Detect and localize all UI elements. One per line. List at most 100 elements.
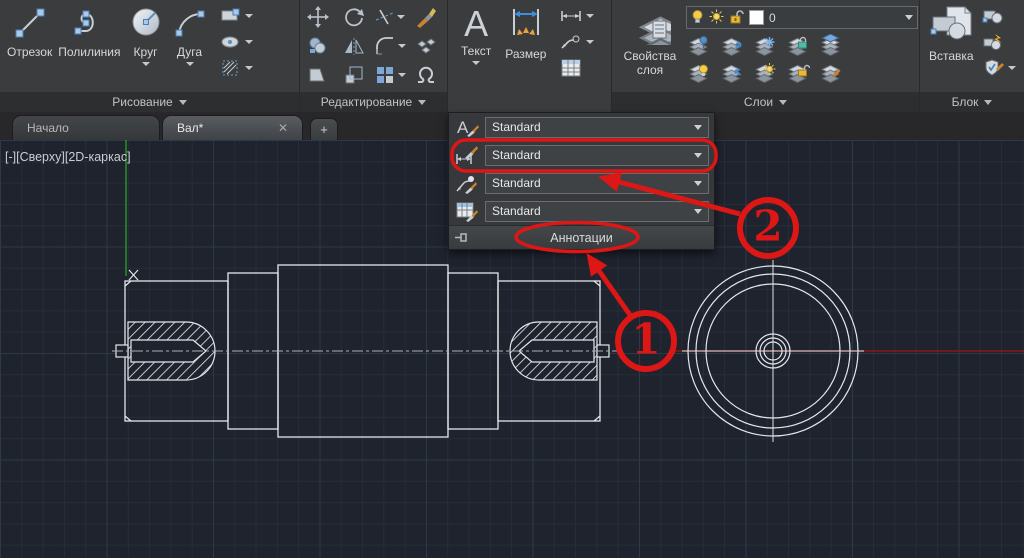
define-attributes-button[interactable]	[981, 57, 1005, 79]
circle-button-label: Круг	[134, 45, 158, 59]
text-dropdown-caret-icon[interactable]	[472, 61, 480, 65]
circle-button[interactable]: Круг	[124, 3, 168, 68]
insert-block-label: Вставка	[929, 49, 974, 63]
panel-title-modify[interactable]: Редактирование	[300, 92, 447, 112]
new-tab-plus-icon: +	[320, 122, 328, 137]
pin-icon[interactable]	[455, 232, 469, 246]
panel-title-layers[interactable]: Слои	[612, 92, 919, 112]
explode-button[interactable]	[415, 35, 437, 57]
explode-icon	[415, 35, 437, 57]
layer-freeze-button[interactable]	[752, 34, 777, 58]
dimension-style-combo[interactable]: Standard	[485, 145, 709, 166]
hatch-tool-button[interactable]	[218, 57, 242, 79]
edit-block-button[interactable]	[981, 31, 1005, 53]
layer-select-combo[interactable]: 0	[686, 6, 918, 29]
fillet-button[interactable]	[374, 36, 406, 56]
layer-color-swatch[interactable]	[749, 10, 764, 25]
attributes-dropdown-caret-icon[interactable]	[1008, 66, 1016, 70]
layer-lock-button[interactable]	[785, 34, 810, 58]
trim-dropdown-caret-icon[interactable]	[397, 15, 405, 19]
offset-button[interactable]	[414, 64, 438, 86]
dimension-style-caret-icon	[694, 153, 702, 158]
arc-button[interactable]: Дуга	[168, 3, 212, 68]
line-button[interactable]: Отрезок	[4, 3, 55, 61]
stretch-icon	[307, 65, 329, 85]
layer-unlock-all-button[interactable]	[785, 61, 810, 85]
dimension-linear-button[interactable]	[559, 5, 583, 27]
ellipse-dropdown-caret-icon[interactable]	[245, 40, 253, 44]
layer-match-button[interactable]	[818, 61, 843, 85]
polyline-button[interactable]: Полилиния	[55, 3, 123, 61]
scale-icon	[343, 64, 365, 86]
layer-unisolate-button[interactable]	[719, 61, 744, 85]
layer-unlock-icon[interactable]	[729, 9, 744, 27]
multileader-style-combo[interactable]: Standard	[485, 173, 709, 194]
erase-button[interactable]	[415, 6, 437, 28]
insert-block-button[interactable]: Вставка	[926, 3, 977, 65]
array-button[interactable]	[374, 64, 406, 86]
annotation-flyout-footer[interactable]: Аннотации	[449, 225, 714, 249]
copy-button[interactable]	[307, 35, 329, 57]
arc-dropdown-caret-icon[interactable]	[186, 62, 194, 66]
circle-dropdown-caret-icon[interactable]	[142, 62, 150, 66]
leader-dropdown-caret-icon[interactable]	[586, 40, 594, 44]
create-block-button[interactable]	[981, 5, 1005, 27]
dimension-style-icon	[454, 144, 480, 166]
dimension-button[interactable]: Размер	[502, 3, 549, 63]
panel-annotate: A Текст Размер	[448, 0, 612, 112]
panel-title-block[interactable]: Блок	[920, 92, 1024, 112]
multileader-style-value: Standard	[492, 176, 694, 190]
rotate-button[interactable]	[343, 6, 365, 28]
panel-title-draw[interactable]: Рисование	[0, 92, 299, 112]
panel-expand-caret-icon	[779, 100, 787, 105]
layer-freeze-sun-icon[interactable]	[709, 9, 724, 27]
tab-start[interactable]: Начало	[12, 115, 160, 140]
rectangle-dropdown-caret-icon[interactable]	[245, 14, 253, 18]
table-button[interactable]	[559, 57, 583, 79]
rectangle-tool-button[interactable]	[218, 5, 242, 27]
line-button-label: Отрезок	[7, 45, 52, 59]
mirror-button[interactable]	[343, 36, 365, 56]
panel-expand-caret-icon	[179, 100, 187, 105]
new-tab-button[interactable]: +	[310, 118, 338, 140]
text-style-combo[interactable]: Standard	[485, 117, 709, 138]
rotate-icon	[343, 6, 365, 28]
viewport-view-control[interactable]: [Сверху]	[16, 150, 65, 164]
multileader-style-caret-icon	[694, 181, 702, 186]
layer-combo-caret-icon[interactable]	[905, 15, 913, 20]
tab-close-icon[interactable]: ✕	[278, 121, 288, 135]
arc-icon	[171, 5, 209, 44]
move-button[interactable]	[307, 6, 329, 28]
array-dropdown-caret-icon[interactable]	[398, 73, 406, 77]
layer-properties-icon	[629, 7, 671, 48]
dimension-dropdown-caret-icon[interactable]	[586, 14, 594, 18]
trim-icon	[375, 8, 395, 26]
scale-button[interactable]	[343, 64, 365, 86]
offset-icon	[414, 64, 438, 86]
layer-on-bulb-icon[interactable]	[691, 9, 704, 27]
layer-thaw-all-button[interactable]	[752, 61, 777, 85]
layer-properties-button[interactable]: Свойства слоя	[614, 3, 686, 79]
layer-properties-label: Свойства слоя	[617, 49, 683, 77]
fillet-dropdown-caret-icon[interactable]	[398, 44, 406, 48]
trim-button[interactable]	[375, 8, 405, 26]
layer-make-current-button[interactable]	[818, 34, 843, 58]
layer-isolate-button[interactable]	[719, 34, 744, 58]
viewport-menu-control[interactable]: [-]	[5, 150, 16, 164]
viewport-visual-style-control[interactable]: [2D-каркас]	[65, 150, 131, 164]
panel-modify: Редактирование	[300, 0, 448, 112]
circle-icon	[127, 5, 165, 44]
ellipse-tool-button[interactable]	[218, 31, 242, 53]
autocad-window: Отрезок Полилиния Круг	[0, 0, 1024, 558]
layer-on-all-button[interactable]	[686, 61, 711, 85]
layer-off-button[interactable]	[686, 34, 711, 58]
fillet-icon	[374, 36, 396, 56]
stretch-button[interactable]	[307, 65, 329, 85]
current-layer-name: 0	[769, 11, 900, 25]
table-style-combo[interactable]: Standard	[485, 201, 709, 222]
text-button[interactable]: A Текст	[458, 3, 494, 67]
leader-button[interactable]	[559, 31, 583, 53]
tab-drawing-val[interactable]: Вал* ✕	[162, 115, 303, 140]
hatch-dropdown-caret-icon[interactable]	[245, 66, 253, 70]
polyline-icon	[71, 5, 107, 44]
